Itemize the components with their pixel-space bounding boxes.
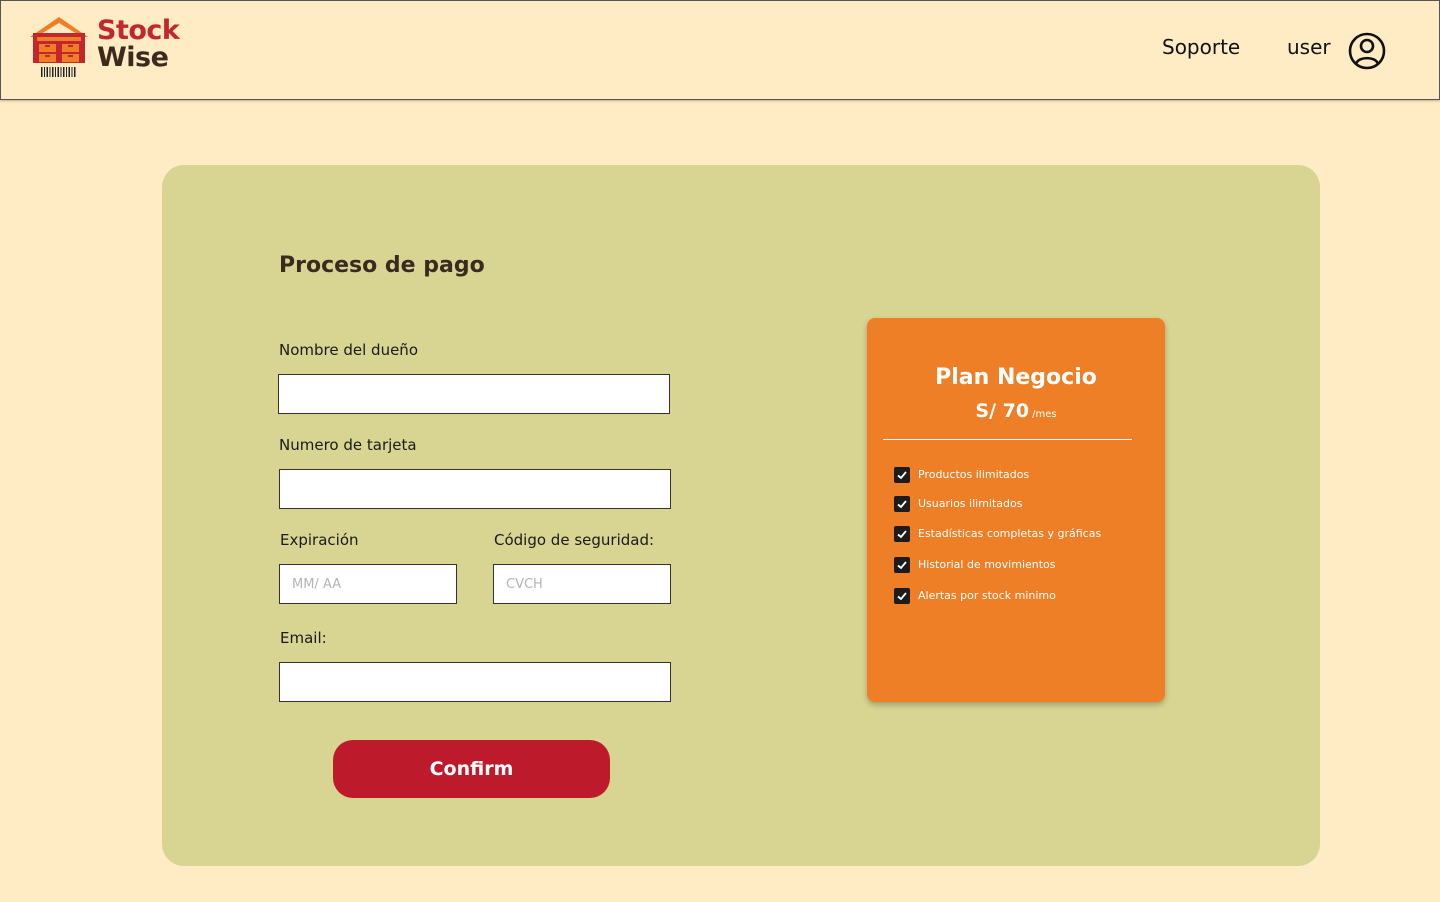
security-code-input[interactable]: [493, 564, 671, 604]
plan-price: S/ 70/mes: [867, 400, 1165, 422]
stockwise-logo[interactable]: Stock Wise: [27, 15, 187, 81]
warehouse-logo-icon: [30, 17, 88, 77]
brand-name-line2: Wise: [97, 42, 169, 73]
plan-feature-text: Historial de movimientos: [918, 558, 1056, 571]
card-number-input[interactable]: [279, 469, 671, 509]
security-code-label: Código de seguridad:: [494, 531, 655, 549]
brand-name: Stock Wise: [97, 15, 180, 73]
checkbox-checked-icon: [894, 526, 910, 542]
expiry-label: Expiración: [280, 531, 359, 549]
page-title: Proceso de pago: [279, 253, 485, 278]
card-number-label: Numero de tarjeta: [279, 436, 417, 454]
nav-support-link[interactable]: Soporte: [1162, 35, 1240, 59]
owner-name-label: Nombre del dueño: [279, 341, 418, 359]
user-circle-icon[interactable]: [1348, 32, 1386, 70]
expiry-input[interactable]: [279, 564, 457, 604]
checkbox-checked-icon: [894, 588, 910, 604]
nav-user-link[interactable]: user: [1287, 35, 1331, 59]
brand-name-line1: Stock: [97, 15, 180, 46]
plan-feature-text: Usuarios ilimitados: [918, 497, 1023, 510]
checkbox-checked-icon: [894, 496, 910, 512]
plan-card: Plan Negocio S/ 70/mes Productos ilimita…: [867, 318, 1165, 702]
plan-price-period: /mes: [1032, 409, 1057, 420]
plan-divider: [883, 439, 1132, 440]
email-input[interactable]: [279, 662, 671, 702]
plan-name: Plan Negocio: [935, 365, 1097, 390]
checkbox-checked-icon: [894, 557, 910, 573]
confirm-button[interactable]: Confirm: [333, 740, 610, 798]
plan-feature-text: Estadísticas completas y gráficas: [918, 527, 1102, 540]
top-header: Stock Wise Soporte user: [0, 0, 1440, 100]
checkbox-checked-icon: [894, 467, 910, 483]
plan-feature-text: Productos ilimitados: [918, 468, 1030, 481]
email-label: Email:: [280, 629, 327, 647]
owner-name-input[interactable]: [278, 374, 670, 414]
plan-price-amount: S/ 70: [975, 400, 1030, 422]
plan-feature-text: Alertas por stock minimo: [918, 589, 1056, 602]
